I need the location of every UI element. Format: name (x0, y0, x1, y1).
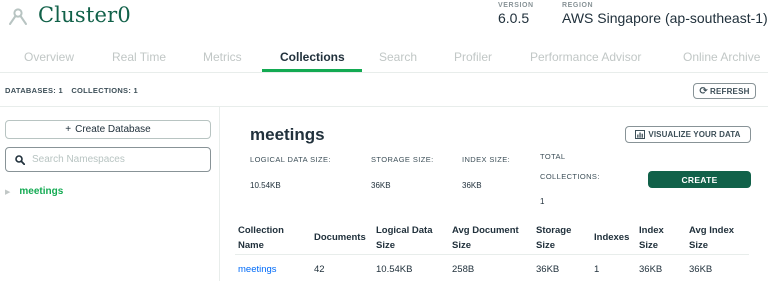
index-size-label: INDEX SIZE: (462, 155, 511, 164)
logical-data-size-cell: 10.54KB (376, 264, 413, 275)
column-header-indexes[interactable]: Indexes (594, 230, 629, 245)
database-name[interactable]: meetings (19, 186, 63, 197)
content-divider (0, 106, 768, 107)
create-database-label: Create Database (75, 124, 151, 135)
region-info: REGION AWS Singapore (ap-southeast-1) (562, 2, 768, 26)
create-database-button[interactable]: + Create Database (5, 120, 211, 139)
column-header-collection-name[interactable]: Collection Name (238, 223, 284, 253)
visualize-data-button[interactable]: VISUALIZE YOUR DATA (625, 126, 751, 143)
refresh-label: REFRESH (709, 86, 750, 96)
tab-profiler[interactable]: Profiler (454, 50, 492, 64)
chevron-right-icon[interactable]: ▶ (5, 188, 10, 196)
cluster-icon (9, 8, 27, 25)
region-value: AWS Singapore (ap-southeast-1) (562, 10, 768, 26)
column-header-avg-document-size[interactable]: Avg Document Size (452, 223, 519, 253)
cluster-name: Cluster0 (38, 3, 131, 27)
storage-size-cell: 36KB (536, 264, 560, 275)
refresh-button[interactable]: ⟳ REFRESH (693, 83, 756, 99)
cluster-header: Cluster0 VERSION 6.0.5 REGION AWS Singap… (0, 0, 768, 40)
logical-data-size-value: 10.54KB (250, 181, 281, 190)
storage-size-label: STORAGE SIZE: (371, 155, 434, 164)
create-collection-button[interactable]: CREATE (648, 171, 751, 188)
total-collections-label: TOTAL (540, 152, 566, 161)
tab-bar: Overview Real Time Metrics Collections S… (0, 44, 768, 72)
visualize-label: VISUALIZE YOUR DATA (648, 130, 741, 139)
tab-online-archive[interactable]: Online Archive (683, 50, 760, 64)
logical-data-size-label: LOGICAL DATA SIZE: (250, 155, 331, 164)
total-collections-label-line2: COLLECTIONS: (540, 172, 600, 181)
documents-cell: 42 (314, 264, 325, 275)
tab-real-time[interactable]: Real Time (112, 50, 166, 64)
namespace-stats: DATABASES: 1 COLLECTIONS: 1 (5, 86, 144, 95)
database-count: DATABASES: 1 (5, 86, 63, 95)
column-header-index-size[interactable]: Index Size (639, 223, 664, 253)
region-label: REGION (562, 2, 594, 9)
collection-count: COLLECTIONS: 1 (71, 86, 139, 95)
table-header-divider (235, 254, 749, 255)
bar-chart-icon (635, 130, 646, 139)
storage-size-value: 36KB (371, 181, 391, 190)
tab-overview[interactable]: Overview (24, 50, 74, 64)
collection-name-link[interactable]: meetings (238, 264, 277, 275)
sidebar-divider (219, 106, 220, 281)
column-header-avg-index-size[interactable]: Avg Index Size (689, 223, 734, 253)
avg-document-size-cell: 258B (452, 264, 475, 275)
version-value: 6.0.5 (498, 10, 530, 26)
version-info: VERSION 6.0.5 (498, 2, 534, 26)
search-icon (15, 154, 25, 165)
column-header-storage-size[interactable]: Storage Size (536, 223, 571, 253)
database-title: meetings (250, 125, 325, 144)
sidebar-database-item[interactable]: ▶ meetings (5, 186, 63, 197)
refresh-icon: ⟳ (699, 85, 708, 97)
plus-icon: + (65, 124, 72, 135)
index-size-cell: 36KB (639, 264, 663, 275)
version-label: VERSION (498, 2, 534, 9)
tab-search[interactable]: Search (379, 50, 417, 64)
column-header-logical-data-size[interactable]: Logical Data Size (376, 223, 433, 253)
total-collections-value: 1 (540, 197, 545, 206)
search-input[interactable] (32, 154, 202, 165)
indexes-cell: 1 (594, 264, 600, 275)
column-header-documents[interactable]: Documents (314, 230, 366, 245)
tab-collections[interactable]: Collections (280, 50, 345, 64)
namespace-search[interactable] (5, 147, 211, 172)
tabs-divider (0, 72, 768, 73)
tab-metrics[interactable]: Metrics (203, 50, 242, 64)
index-size-value: 36KB (462, 181, 482, 190)
avg-index-size-cell: 36KB (689, 264, 713, 275)
tab-performance-advisor[interactable]: Performance Advisor (530, 50, 641, 64)
